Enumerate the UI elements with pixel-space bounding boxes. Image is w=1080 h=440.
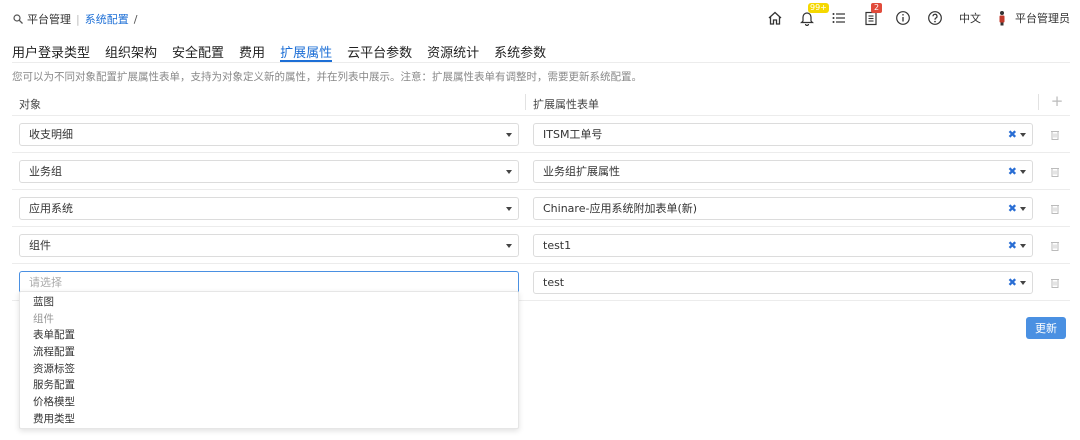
column-header-form: 扩展属性表单 xyxy=(533,98,599,111)
form-select[interactable]: 业务组扩展属性 ✖ xyxy=(533,160,1033,183)
caret-down-icon xyxy=(1020,244,1026,248)
dropdown-option[interactable]: 价格模型 xyxy=(20,394,518,411)
info-icon xyxy=(896,11,910,25)
dropdown-option[interactable]: 资源标签 xyxy=(20,361,518,378)
notifications-button[interactable]: 99+ xyxy=(799,3,829,30)
table-row: 应用系统 Chinare-应用系统附加表单(新) ✖ xyxy=(12,190,1070,227)
help-icon xyxy=(928,11,942,25)
top-toolbar: 99+ 2 中文 平台管理员 xyxy=(751,3,1070,30)
update-button[interactable]: 更新 xyxy=(1026,317,1066,339)
settings-search-icon xyxy=(13,14,23,24)
caret-down-icon xyxy=(1020,207,1026,211)
caret-down-icon xyxy=(1020,170,1026,174)
form-select-value: ITSM工单号 xyxy=(543,128,603,141)
clear-icon[interactable]: ✖ xyxy=(1008,239,1017,252)
dropdown-option[interactable]: 表单配置 xyxy=(20,327,518,344)
dropdown-option[interactable]: 费用类型 xyxy=(20,411,518,428)
page-description: 您可以为不同对象配置扩展属性表单，支持为对象定义新的属性，并在列表中展示。注意：… xyxy=(12,71,642,83)
notification-count-badge: 99+ xyxy=(808,3,829,13)
breadcrumb: 平台管理 | 系统配置 / xyxy=(12,11,137,27)
caret-down-icon xyxy=(506,207,512,211)
form-select-value: 业务组扩展属性 xyxy=(543,165,620,178)
object-select-placeholder: 请选择 xyxy=(29,276,62,289)
home-button[interactable] xyxy=(767,6,783,30)
dropdown-option[interactable]: 流程配置 xyxy=(20,344,518,361)
trash-icon[interactable] xyxy=(1050,203,1060,214)
trash-icon[interactable] xyxy=(1050,166,1060,177)
form-select-value: test xyxy=(543,276,565,289)
home-icon xyxy=(768,11,782,25)
object-select-value: 组件 xyxy=(29,239,51,252)
tab-system-params[interactable]: 系统参数 xyxy=(494,42,546,62)
language-label: 中文 xyxy=(959,12,981,25)
help-button[interactable] xyxy=(927,6,943,30)
dropdown-option[interactable]: 蓝图 xyxy=(20,294,518,311)
column-divider xyxy=(525,94,526,110)
table-row: 业务组 业务组扩展属性 ✖ xyxy=(12,153,1070,190)
form-select[interactable]: Chinare-应用系统附加表单(新) ✖ xyxy=(533,197,1033,220)
object-select-value: 业务组 xyxy=(29,165,62,178)
dropdown-option[interactable]: 服务配置 xyxy=(20,377,518,394)
trash-icon[interactable] xyxy=(1050,129,1060,140)
form-select[interactable]: ITSM工单号 ✖ xyxy=(533,123,1033,146)
caret-down-icon xyxy=(506,170,512,174)
tab-resource-stats[interactable]: 资源统计 xyxy=(427,42,479,62)
caret-down-icon xyxy=(1020,281,1026,285)
column-divider xyxy=(1038,94,1039,110)
trash-icon[interactable] xyxy=(1050,277,1060,288)
table-header: 对象 扩展属性表单 + xyxy=(12,89,1070,116)
language-switch[interactable]: 中文 xyxy=(959,6,981,30)
column-header-object: 对象 xyxy=(19,98,41,111)
clear-icon[interactable]: ✖ xyxy=(1008,276,1017,289)
caret-down-icon xyxy=(506,244,512,248)
tab-security[interactable]: 安全配置 xyxy=(172,42,224,62)
user-menu[interactable]: 平台管理员 xyxy=(997,6,1070,30)
caret-down-icon xyxy=(506,133,512,137)
avatar-icon xyxy=(999,11,1005,26)
breadcrumb-trail: / xyxy=(133,12,138,26)
tabs-divider xyxy=(12,62,1070,63)
tab-login-type[interactable]: 用户登录类型 xyxy=(12,42,90,62)
object-dropdown-menu: 蓝图 组件 表单配置 流程配置 资源标签 服务配置 价格模型 费用类型 xyxy=(19,291,519,429)
tab-organization[interactable]: 组织架构 xyxy=(105,42,157,62)
info-button[interactable] xyxy=(895,6,911,30)
tasks-count-badge: 2 xyxy=(871,3,883,13)
breadcrumb-current[interactable]: 系统配置 xyxy=(85,11,129,27)
add-row-button[interactable]: + xyxy=(1048,92,1066,110)
form-select[interactable]: test ✖ xyxy=(533,271,1033,294)
form-select-value: test1 xyxy=(543,239,572,252)
table-row: 组件 test1 ✖ xyxy=(12,227,1070,264)
table-row: 收支明细 ITSM工单号 ✖ xyxy=(12,116,1070,153)
form-select-value: Chinare-应用系统附加表单(新) xyxy=(543,202,698,215)
object-select-value: 收支明细 xyxy=(29,128,73,141)
list-menu-button[interactable] xyxy=(831,6,847,30)
list-icon xyxy=(832,13,845,23)
breadcrumb-root[interactable]: 平台管理 xyxy=(27,11,71,27)
tab-cost[interactable]: 费用 xyxy=(239,42,265,62)
breadcrumb-separator: | xyxy=(76,12,80,26)
object-select[interactable]: 组件 xyxy=(19,234,519,257)
user-name: 平台管理员 xyxy=(1015,12,1070,25)
dropdown-option-disabled: 组件 xyxy=(33,312,54,325)
settings-tabs: 用户登录类型 组织架构 安全配置 费用 扩展属性 云平台参数 资源统计 系统参数 xyxy=(12,42,561,62)
object-select[interactable]: 收支明细 xyxy=(19,123,519,146)
top-header: 平台管理 | 系统配置 / 99+ 2 中文 平台管理员 xyxy=(0,0,1080,36)
object-select[interactable]: 应用系统 xyxy=(19,197,519,220)
tab-extended-attributes[interactable]: 扩展属性 xyxy=(280,42,333,62)
caret-down-icon xyxy=(1020,133,1026,137)
object-select[interactable]: 业务组 xyxy=(19,160,519,183)
tasks-button[interactable]: 2 xyxy=(863,3,883,30)
form-select[interactable]: test1 ✖ xyxy=(533,234,1033,257)
clear-icon[interactable]: ✖ xyxy=(1008,202,1017,215)
clear-icon[interactable]: ✖ xyxy=(1008,128,1017,141)
clear-icon[interactable]: ✖ xyxy=(1008,165,1017,178)
trash-icon[interactable] xyxy=(1050,240,1060,251)
tab-cloud-params[interactable]: 云平台参数 xyxy=(347,42,412,62)
object-select-value: 应用系统 xyxy=(29,202,73,215)
